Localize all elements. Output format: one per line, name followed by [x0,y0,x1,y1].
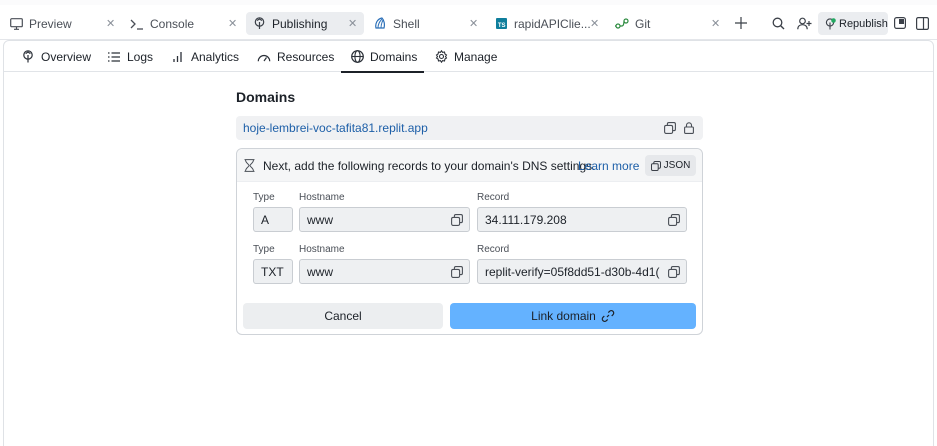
record-value-field[interactable]: 34.111.179.208 [477,207,687,232]
tab-bar-top-strip [0,0,937,5]
close-icon[interactable]: ✕ [711,17,720,30]
json-button[interactable]: JSON [645,155,696,176]
hostname-label: Hostname [299,244,345,255]
tab-label: Publishing [272,16,328,31]
republish-button[interactable]: Republish [818,12,888,35]
subtab-label: Domains [370,49,418,64]
subtab-resources[interactable]: Resources [257,41,334,72]
subtab-label: Analytics [191,49,240,64]
hostname-value: www [307,212,333,227]
plus-icon[interactable] [732,14,750,32]
subtab-manage[interactable]: Manage [434,41,497,72]
shell-icon [373,17,387,31]
publish-icon [252,17,266,31]
tab-publishing[interactable]: Publishing [246,12,364,35]
hostname-field[interactable]: www [299,207,470,232]
list-icon [107,50,121,64]
copy-icon[interactable] [450,213,463,226]
tab-shell[interactable]: Shell [373,12,420,35]
copy-icon [650,160,661,171]
tab-git[interactable]: Git [615,12,650,35]
record-value: replit-verify=05f8dd51-d30b-4d1( [485,264,660,279]
close-icon[interactable]: ✕ [348,17,357,30]
tab-label: Shell [393,16,420,31]
typescript-file-icon: TS [494,17,508,31]
learn-more-link[interactable]: Learn more [578,159,639,173]
publishing-subnav: Overview Logs Analytics Resources Domain… [4,41,933,73]
record-type-value: TXT [261,264,284,279]
record-label: Record [477,244,510,255]
tab-preview[interactable]: Preview [9,12,72,35]
subtab-label: Logs [127,49,154,64]
globe-icon [350,50,364,64]
subtab-label: Manage [454,49,498,64]
tab-bar: Preview ✕ Console ✕ Publishing ✕ Shell ✕… [0,0,937,40]
link-domain-button[interactable]: Link domain [450,303,696,329]
subtab-logs[interactable]: Logs [107,41,153,72]
type-label: Type [253,192,275,203]
add-user-icon[interactable] [795,14,813,32]
copy-icon[interactable] [450,265,463,278]
publishing-pane: Overview Logs Analytics Resources Domain… [3,40,934,446]
tab-label: Git [635,16,651,31]
dns-records-card: Next, add the following records to your … [236,148,703,335]
subtab-overview[interactable]: Overview [21,41,91,72]
json-button-label: JSON [663,160,691,171]
copy-icon[interactable] [667,213,680,226]
cancel-label: Cancel [324,309,362,323]
tab-rapidapiclient[interactable]: TS rapidAPIClie... [494,12,591,35]
domain-url-link[interactable]: hoje-lembrei-voc-tafita81.replit.app [243,121,428,135]
republish-label: Republish [839,17,888,30]
record-value: 34.111.179.208 [485,212,567,227]
git-icon [615,17,629,31]
panel-toggle-icon[interactable] [891,14,909,32]
terminal-icon [130,17,144,31]
bar-chart-icon [171,50,185,64]
gear-icon [434,50,448,64]
record-value-field[interactable]: replit-verify=05f8dd51-d30b-4d1( [477,259,687,284]
domain-url-row: hoje-lembrei-voc-tafita81.replit.app [236,116,703,140]
record-type-value: A [261,212,270,227]
dns-instructions: Next, add the following records to your … [263,159,596,173]
subtab-analytics[interactable]: Analytics [171,41,239,72]
monitor-icon [9,17,23,31]
publish-icon [825,17,836,30]
close-icon[interactable]: ✕ [469,17,478,30]
hostname-value: www [307,264,333,279]
subtab-domains[interactable]: Domains [341,41,424,73]
link-domain-label: Link domain [531,309,596,323]
copy-icon[interactable] [667,265,680,278]
subtab-label: Overview [41,49,92,64]
gauge-icon [257,50,271,64]
link-icon [601,309,615,323]
sidebar-layout-icon[interactable] [913,14,931,32]
lock-icon [682,121,696,135]
close-icon[interactable]: ✕ [228,17,237,30]
page-title: Domains [236,89,296,105]
type-label: Type [253,244,275,255]
tab-console[interactable]: Console [130,12,194,35]
hostname-label: Hostname [299,192,345,203]
tab-label: rapidAPIClie... [514,16,591,31]
tab-label: Console [150,16,195,31]
tab-label: Preview [29,16,72,31]
subtab-label: Resources [277,49,335,64]
publish-icon [21,50,35,64]
hourglass-icon [244,159,256,172]
copy-icon[interactable] [663,121,677,135]
record-type-field[interactable]: TXT [253,259,293,284]
dns-card-header: Next, add the following records to your … [237,149,702,182]
cancel-button[interactable]: Cancel [243,303,443,329]
hostname-field[interactable]: www [299,259,470,284]
close-icon[interactable]: ✕ [106,17,115,30]
search-icon[interactable] [769,14,787,32]
record-label: Record [477,192,510,203]
close-icon[interactable]: ✕ [590,17,599,30]
record-type-field[interactable]: A [253,207,293,232]
